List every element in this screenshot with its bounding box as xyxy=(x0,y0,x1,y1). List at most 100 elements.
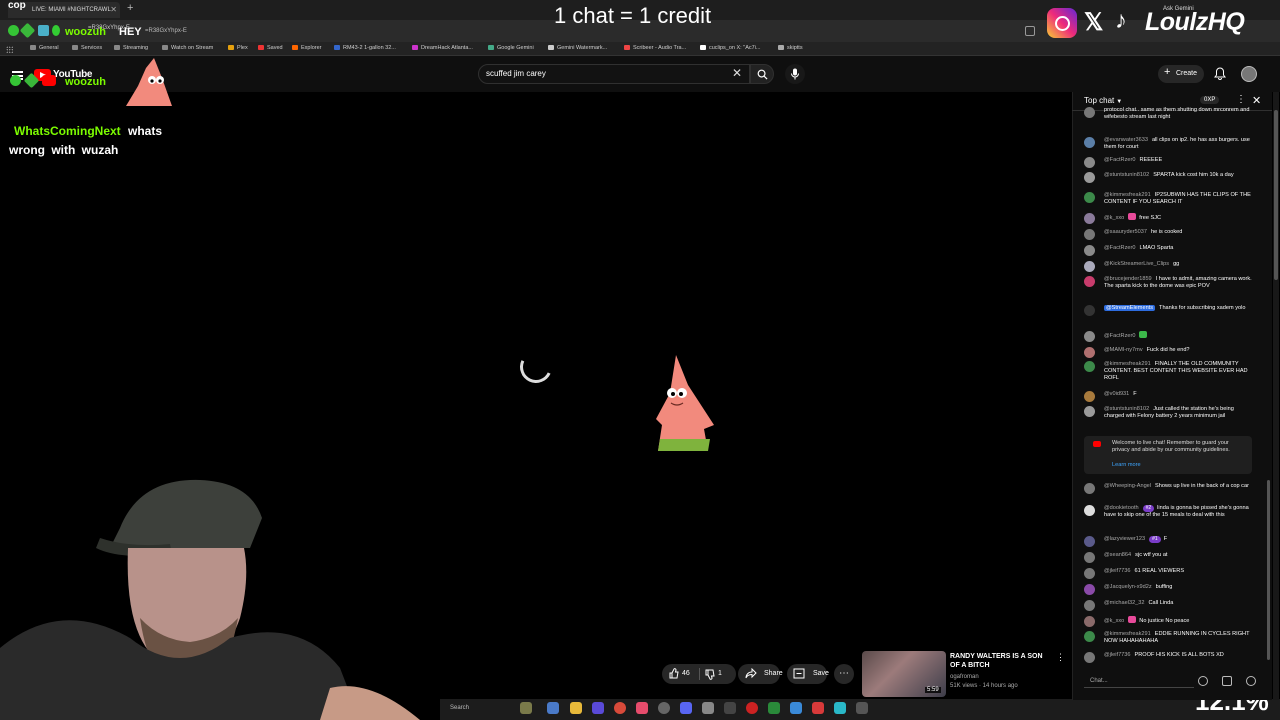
chat-avatar[interactable] xyxy=(1084,347,1095,358)
chat-avatar[interactable] xyxy=(1084,552,1095,563)
chat-username[interactable]: @lazyviewer123 xyxy=(1104,536,1145,542)
taskbar-app-icon[interactable] xyxy=(834,702,846,714)
recommended-channel[interactable]: ogafroman xyxy=(950,674,979,680)
bookmark[interactable]: skiptts xyxy=(778,45,803,51)
chat-username[interactable]: @stuntstunin8102 xyxy=(1104,406,1149,412)
chat-scroll-thumb[interactable] xyxy=(1267,480,1270,660)
chat-username[interactable]: @FactRzer0 xyxy=(1104,157,1135,163)
bookmark[interactable]: General xyxy=(30,45,59,51)
taskbar-app-icon[interactable] xyxy=(520,702,532,714)
bookmark[interactable]: Saved xyxy=(258,45,283,51)
more-actions-icon[interactable]: ⋯ xyxy=(834,664,854,684)
bookmark[interactable]: Gemini Watermark... xyxy=(548,45,607,51)
new-tab-icon[interactable]: + xyxy=(127,2,133,14)
chat-message[interactable]: @StreamElements Thanks for subscribing xa… xyxy=(1084,305,1254,316)
emoji-icon[interactable] xyxy=(1198,676,1208,686)
chat-message[interactable]: @evanwater3633 all clips on ip2. he has a… xyxy=(1084,137,1254,151)
chat-avatar[interactable] xyxy=(1084,584,1095,595)
chat-message[interactable]: @kimmesfreak291 FINALLY THE OLD COMMUNITY… xyxy=(1084,361,1254,382)
chat-username[interactable]: @dookietooth xyxy=(1104,505,1139,511)
chat-username[interactable]: @v0id931 xyxy=(1104,391,1129,397)
chat-message[interactable]: @Wheeping-Angel Shows up live in the back… xyxy=(1084,483,1254,494)
chat-avatar[interactable] xyxy=(1084,213,1095,224)
bookmark[interactable]: Watch on Stream xyxy=(162,45,213,51)
chat-username[interactable]: @Wheeping-Angel xyxy=(1104,483,1151,489)
clear-search-icon[interactable]: ✕ xyxy=(732,66,742,80)
chat-filter-dropdown[interactable]: Top chat ▼ xyxy=(1084,96,1122,105)
chat-message[interactable]: @michael32_32 Call Linda xyxy=(1084,600,1254,611)
tab-close-icon[interactable]: ✕ xyxy=(110,2,117,18)
chat-username[interactable]: @michael32_32 xyxy=(1104,600,1145,606)
taskbar-app-icon[interactable] xyxy=(636,702,648,714)
taskbar-app-icon[interactable] xyxy=(856,702,868,714)
chat-avatar[interactable] xyxy=(1084,652,1095,663)
chat-username[interactable]: @evanwater3633 xyxy=(1104,137,1148,143)
chat-avatar[interactable] xyxy=(1084,157,1095,168)
chat-message[interactable]: @k_xxo No justice No peace xyxy=(1084,616,1254,627)
chat-username[interactable]: @kimmesfreak291 xyxy=(1104,361,1151,367)
taskbar-app-icon[interactable] xyxy=(812,702,824,714)
chat-message[interactable]: @jleif7736 61 REAL VIEWERS xyxy=(1084,568,1254,579)
discord-icon[interactable] xyxy=(680,702,692,714)
taskbar-app-icon[interactable] xyxy=(724,702,736,714)
chat-username[interactable]: @kimmesfreak291 xyxy=(1104,631,1151,637)
chat-username[interactable]: @Jacquelyn-x9d2z xyxy=(1104,584,1152,590)
bookmark[interactable]: Streaming xyxy=(114,45,148,51)
chat-message[interactable]: @MAMI-ny7mv Fuck did he end? xyxy=(1084,347,1254,358)
chat-message[interactable]: @FactRzer0 LMAO Sparta xyxy=(1084,245,1254,256)
chat-message[interactable]: @v0id931 F xyxy=(1084,391,1254,402)
chat-username[interactable]: @FactRzer0 xyxy=(1104,333,1135,339)
chat-username[interactable]: @k_xxo xyxy=(1104,215,1124,221)
chat-username[interactable]: @MAMI-ny7mv xyxy=(1104,347,1143,353)
chat-avatar[interactable] xyxy=(1084,305,1095,316)
page-scroll-thumb[interactable] xyxy=(1274,110,1278,280)
chat-avatar[interactable] xyxy=(1084,107,1095,118)
recommended-title[interactable]: RANDY WALTERS IS A SON OF A BITCH xyxy=(950,652,1050,670)
chat-input[interactable]: Chat... xyxy=(1084,674,1194,688)
chat-message[interactable]: @stuntstunin8102 SPARTA kick cost him 10k… xyxy=(1084,172,1254,183)
chat-avatar[interactable] xyxy=(1084,276,1095,287)
chat-avatar[interactable] xyxy=(1084,192,1095,203)
taskbar-search[interactable]: Search xyxy=(450,705,469,711)
chat-message[interactable]: @FactRzer0 xyxy=(1084,331,1254,342)
thumbs-up-icon[interactable] xyxy=(669,668,679,679)
chat-message[interactable]: @dookietooth #2 linda is gonna be pissed s… xyxy=(1084,505,1254,519)
super-chat-icon[interactable] xyxy=(1222,676,1232,686)
chat-username[interactable]: @jleif7736 xyxy=(1104,652,1131,658)
chat-message[interactable]: @Jacquelyn-x9d2z buffing xyxy=(1084,584,1254,595)
cast-icon[interactable] xyxy=(1025,26,1035,36)
account-avatar[interactable] xyxy=(1241,66,1257,82)
chat-username[interactable]: @jleif7736 xyxy=(1104,568,1131,574)
chat-avatar[interactable] xyxy=(1084,406,1095,417)
chat-avatar[interactable] xyxy=(1084,568,1095,579)
chat-avatar[interactable] xyxy=(1084,391,1095,402)
chat-avatar[interactable] xyxy=(1084,229,1095,240)
chat-message[interactable]: @saauryder5037 he is cooked xyxy=(1084,229,1254,240)
chat-message[interactable]: @k_xxo free SJC xyxy=(1084,213,1254,224)
bookmark[interactable]: RM43-2 1-gallon 32... xyxy=(334,45,396,51)
chat-avatar[interactable] xyxy=(1084,137,1095,148)
chat-username[interactable]: @kimmesfreak291 xyxy=(1104,192,1151,198)
notifications-bell-icon[interactable] xyxy=(1214,67,1226,80)
taskbar-app-icon[interactable] xyxy=(658,702,670,714)
bookmark[interactable]: Scribeer - Audio Tra... xyxy=(624,45,686,51)
chat-message[interactable]: @KickStreamerLive_Clips gg xyxy=(1084,261,1254,272)
bookmark[interactable]: Services xyxy=(72,45,102,51)
learn-more-link[interactable]: Learn more xyxy=(1112,462,1141,468)
heart-icon[interactable] xyxy=(1246,676,1256,686)
chat-username[interactable]: @saauryder5037 xyxy=(1104,229,1147,235)
chat-avatar[interactable] xyxy=(1084,600,1095,611)
chat-message[interactable]: @brucejender1859 I have to admit, amazing… xyxy=(1084,276,1254,290)
chat-avatar[interactable] xyxy=(1084,172,1095,183)
chat-avatar[interactable] xyxy=(1084,483,1095,494)
bookmark[interactable]: Explorer xyxy=(292,45,321,51)
bookmark[interactable]: DreamHack Atlanta... xyxy=(412,45,473,51)
chat-avatar[interactable] xyxy=(1084,536,1095,547)
chat-username[interactable]: @k_xxo xyxy=(1104,618,1124,624)
chat-avatar[interactable] xyxy=(1084,361,1095,372)
chat-message[interactable]: @jleif7736 PROOF HIS KICK IS ALL BOTS XD xyxy=(1084,652,1254,663)
apps-grid-icon[interactable] xyxy=(6,46,13,53)
chat-username[interactable]: @StreamElements xyxy=(1104,305,1156,311)
chat-message[interactable]: @kimmesfreak291 EDDIE RUNNING IN CYCLES R… xyxy=(1084,631,1254,645)
chat-options-icon[interactable]: ⋮ xyxy=(1236,94,1246,105)
